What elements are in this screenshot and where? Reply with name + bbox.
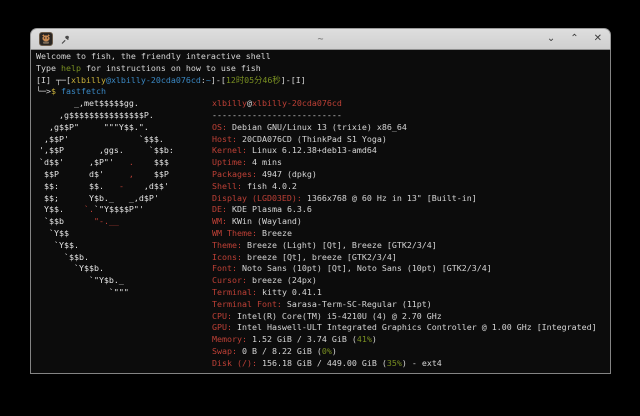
fastfetch-info-line: GPU: Intel Haswell-ULT Integrated Graphi…	[212, 322, 610, 334]
terminal-line: Welcome to fish, the friendly interactiv…	[36, 51, 610, 63]
fastfetch-info-line: Swap: 0 B / 8.22 GiB (0%)	[212, 346, 610, 358]
terminal-line: ╰─>$ fastfetch	[36, 86, 610, 98]
fastfetch-info-line: Display (LGD03ED): 1366x768 @ 60 Hz in 1…	[212, 193, 610, 205]
fastfetch-info-line: Theme: Breeze (Light) [Qt], Breeze [GTK2…	[212, 240, 610, 252]
window-title: ~	[31, 34, 610, 45]
fastfetch-info-line: OS: Debian GNU/Linux 13 (trixie) x86_64	[212, 122, 610, 134]
fastfetch-info-line: xlbilly@xlbilly-20cda076cd	[212, 98, 610, 110]
fastfetch-info-line: Memory: 1.52 GiB / 3.74 GiB (41%)	[212, 334, 610, 346]
fastfetch-info-line: Font: Noto Sans (10pt) [Qt], Noto Sans (…	[212, 263, 610, 275]
fastfetch-info-line: Terminal Font: Sarasa-Term-SC-Regular (1…	[212, 299, 610, 311]
fastfetch-info-line: Kernel: Linux 6.12.38+deb13-amd64	[212, 145, 610, 157]
fastfetch-info-line: --------------------------	[212, 110, 610, 122]
terminal-line: [I] ┬─[xlbilly@xlbilly-20cda076cd:~]-[12…	[36, 75, 610, 87]
fastfetch-info-line: Shell: fish 4.0.2	[212, 181, 610, 193]
close-button[interactable]: ✕	[594, 34, 602, 44]
fastfetch-info-line: Icons: breeze [Qt], breeze [GTK2/3/4]	[212, 252, 610, 264]
fastfetch-info-line: Cursor: breeze (24px)	[212, 275, 610, 287]
kitty-app-icon	[39, 32, 53, 46]
fastfetch-output: _,met$$$$$gg. ,g$$$$$$$$$$$$$$$P. ,g$$P"…	[36, 98, 610, 369]
shell-greeting-and-prompt: Welcome to fish, the friendly interactiv…	[36, 51, 610, 98]
window-titlebar[interactable]: ~ ⌄ ⌃ ✕	[30, 28, 611, 50]
fastfetch-info-line: CPU: Intel(R) Core(TM) i5-4210U (4) @ 2.…	[212, 311, 610, 323]
maximize-button[interactable]: ⌃	[570, 34, 578, 44]
fastfetch-info: xlbilly@xlbilly-20cda076cd--------------…	[212, 98, 610, 369]
fastfetch-info-line: DE: KDE Plasma 6.3.6	[212, 204, 610, 216]
fastfetch-info-line: Uptime: 4 mins	[212, 157, 610, 169]
fastfetch-info-line: Host: 20CDA076CD (ThinkPad S1 Yoga)	[212, 134, 610, 146]
pin-icon	[60, 34, 71, 45]
minimize-button[interactable]: ⌄	[547, 34, 555, 44]
terminal-line: Type help for instructions on how to use…	[36, 63, 610, 75]
fastfetch-info-line: Terminal: kitty 0.41.1	[212, 287, 610, 299]
debian-ascii-logo: _,met$$$$$gg. ,g$$$$$$$$$$$$$$$P. ,g$$P"…	[36, 98, 212, 299]
terminal-window: ~ ⌄ ⌃ ✕ Welcome to fish, the friendly in…	[30, 28, 611, 374]
terminal-viewport[interactable]: Welcome to fish, the friendly interactiv…	[30, 50, 611, 374]
fastfetch-info-line: WM: KWin (Wayland)	[212, 216, 610, 228]
fastfetch-info-line: WM Theme: Breeze	[212, 228, 610, 240]
fastfetch-info-line: Packages: 4947 (dpkg)	[212, 169, 610, 181]
fastfetch-info-line: Disk (/): 156.18 GiB / 449.00 GiB (35%) …	[212, 358, 610, 370]
